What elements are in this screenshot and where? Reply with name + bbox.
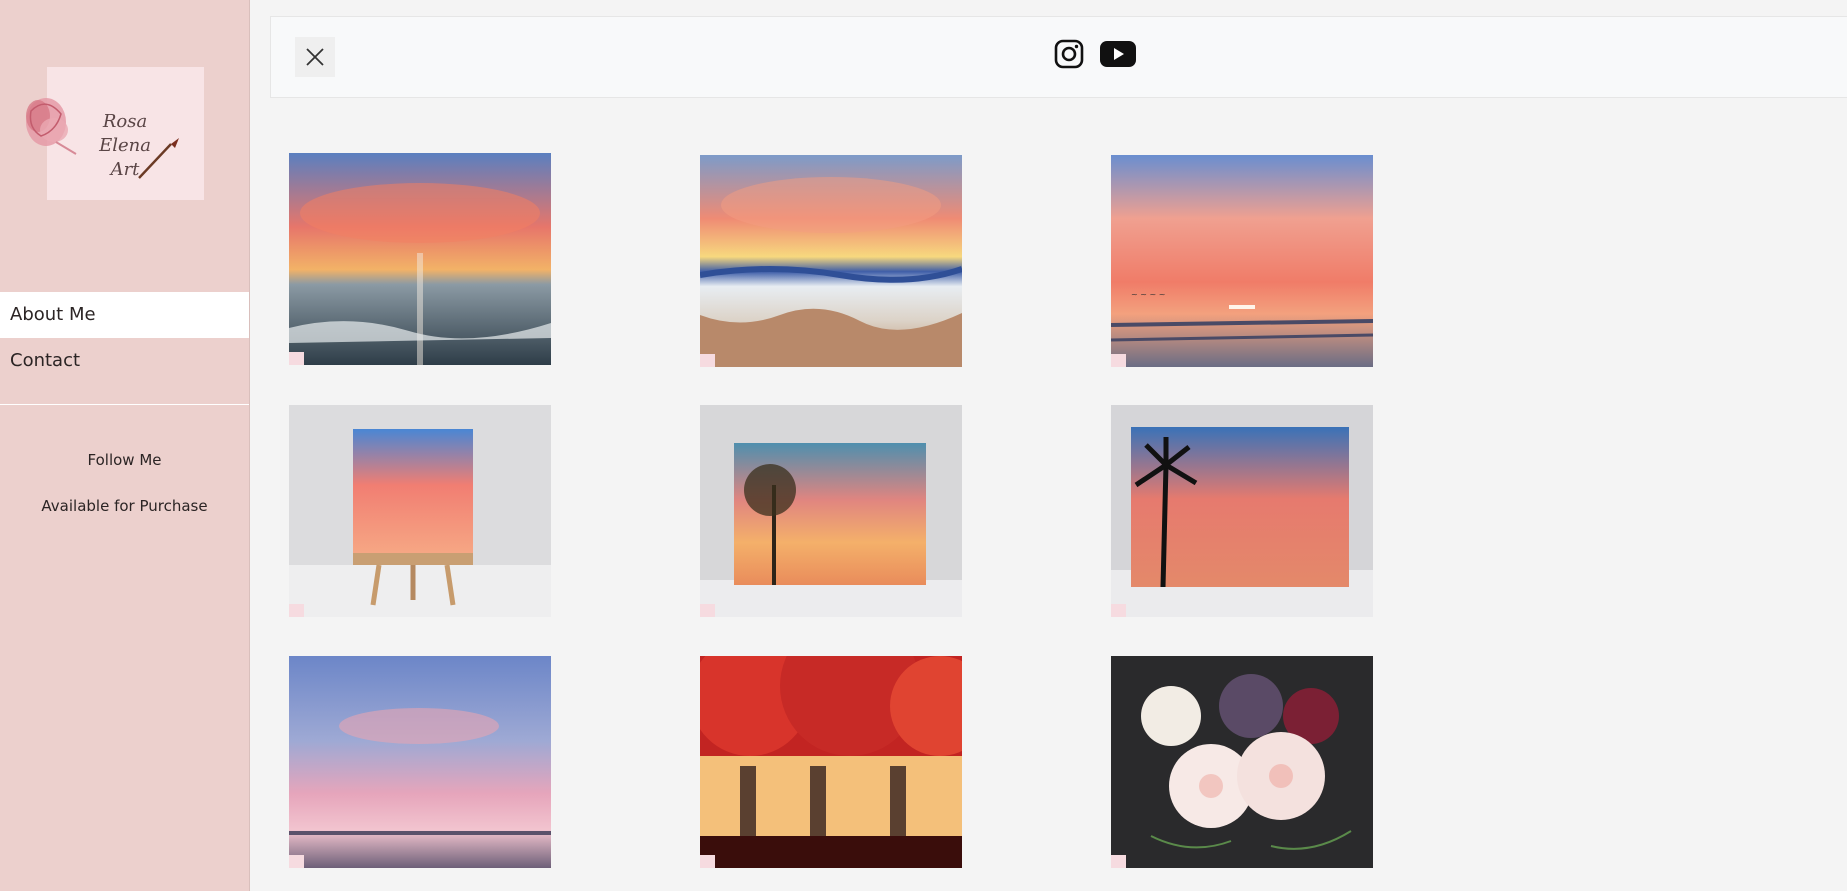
rose-watermark-icon xyxy=(700,354,715,367)
gallery-item[interactable] xyxy=(289,153,551,365)
red-trees-painting xyxy=(700,656,962,868)
rose-watermark-icon xyxy=(289,352,304,365)
sidebar-divider xyxy=(0,404,249,405)
gallery-item[interactable] xyxy=(700,656,962,868)
pink-sunset-birds-painting: ~ ~ ~ ~ xyxy=(1111,155,1373,367)
gallery-item[interactable] xyxy=(700,155,962,367)
rose-watermark-icon xyxy=(289,604,304,617)
pastel-sky-painting xyxy=(289,656,551,868)
easel-painting xyxy=(289,405,551,617)
top-bar xyxy=(270,16,1847,98)
gallery-item[interactable] xyxy=(289,656,551,868)
rose-watermark-icon xyxy=(1111,354,1126,367)
rose-watermark-icon xyxy=(1111,604,1126,617)
follow-me-link[interactable]: Follow Me xyxy=(0,451,249,469)
youtube-icon[interactable] xyxy=(1100,41,1136,67)
gallery-item[interactable] xyxy=(289,405,551,617)
gallery-item[interactable] xyxy=(700,405,962,617)
gallery-item[interactable]: ~ ~ ~ ~ xyxy=(1111,155,1373,367)
nav-item-about-me[interactable]: About Me xyxy=(0,292,249,338)
gallery-item[interactable] xyxy=(1111,405,1373,617)
rose-watermark-icon xyxy=(700,855,715,868)
sidebar: Rosa Elena Art About Me Contact Follow M… xyxy=(0,0,250,891)
logo-line2: Art xyxy=(110,159,140,180)
rose-watermark-icon xyxy=(289,855,304,868)
logo-text[interactable]: Rosa Elena Art xyxy=(75,110,175,182)
palm-tree-canvas-painting xyxy=(1111,405,1373,617)
gallery-item[interactable] xyxy=(1111,656,1373,868)
white-flowers-painting xyxy=(1111,656,1373,868)
beach-wave-painting xyxy=(700,155,962,367)
rose-logo-icon xyxy=(26,98,77,155)
nav-item-contact[interactable]: Contact xyxy=(0,338,249,384)
main-nav: About Me Contact xyxy=(0,292,249,384)
close-button[interactable] xyxy=(295,37,335,77)
rose-watermark-icon xyxy=(1111,855,1126,868)
tree-canvas-painting xyxy=(700,405,962,617)
svg-text:~ ~ ~ ~: ~ ~ ~ ~ xyxy=(1131,290,1165,299)
instagram-icon[interactable] xyxy=(1054,39,1084,69)
available-for-purchase-link[interactable]: Available for Purchase xyxy=(0,497,249,515)
rose-watermark-icon xyxy=(700,604,715,617)
sunset-ocean-painting xyxy=(289,153,551,365)
logo-line1: Rosa Elena xyxy=(99,111,151,156)
close-icon xyxy=(306,48,324,66)
